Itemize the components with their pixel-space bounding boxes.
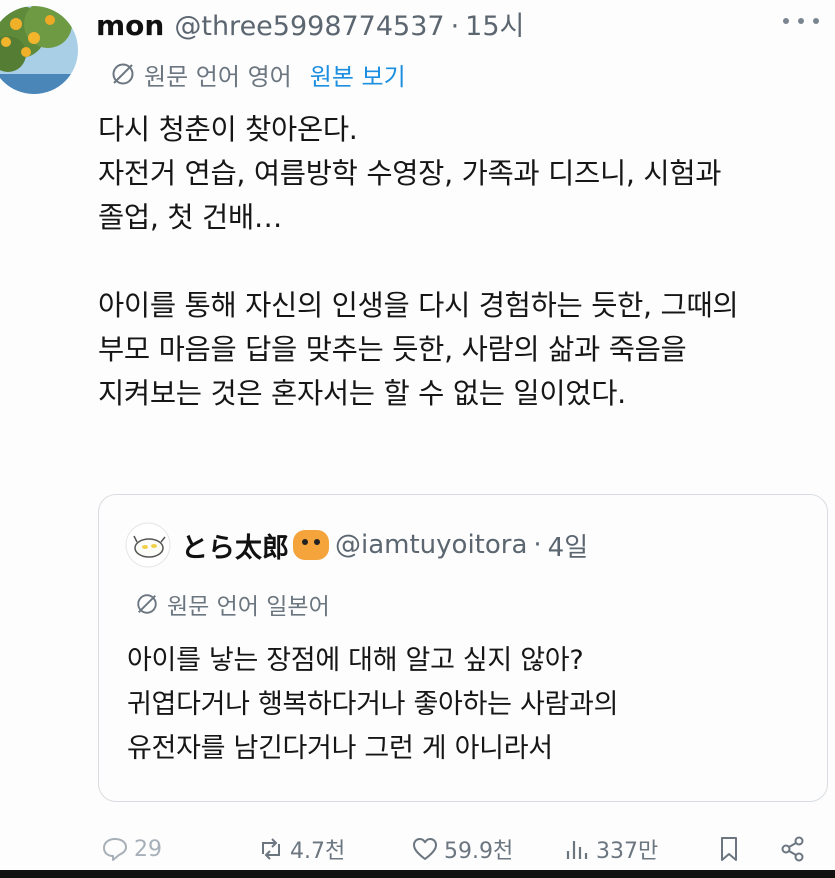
quoted-header: とら太郎 @iamtuyoitora · 4일 <box>125 522 588 568</box>
body-line: 지켜보는 것은 혼자서는 할 수 없는 일이었다. <box>98 377 626 410</box>
body-line: 졸업, 첫 건배… <box>98 201 283 234</box>
like-count: 59.9천 <box>444 839 514 864</box>
reply-button[interactable]: 29 <box>100 828 162 870</box>
quoted-body-line: 유전자를 남긴다거나 그런 게 아니라서 <box>127 733 553 764</box>
reply-count: 29 <box>134 836 162 862</box>
action-bar: 29 4.7천 59.9천 337만 <box>0 828 835 870</box>
bookmark-icon <box>721 837 737 861</box>
bookmark-button[interactable] <box>714 828 748 870</box>
views-button[interactable]: 337만 <box>562 828 658 870</box>
quoted-body-line: 귀엽다거나 행복하다거나 좋아하는 사람과의 <box>127 689 619 720</box>
post-body: 다시 청춘이 찾아온다. 자전거 연습, 여름방학 수영장, 가족과 디즈니, … <box>98 108 818 416</box>
quoted-author-name[interactable]: とら太郎 <box>181 526 289 565</box>
translation-label: 원문 언어 영어 <box>144 62 292 91</box>
more-options-icon[interactable] <box>783 14 819 28</box>
share-button[interactable] <box>778 828 812 870</box>
heart-icon <box>413 838 437 860</box>
tiger-face-icon <box>293 530 329 560</box>
avatar[interactable] <box>0 2 78 98</box>
separator-dot: · <box>533 530 542 560</box>
like-button[interactable]: 59.9천 <box>410 828 513 870</box>
separator-dot: · <box>450 11 460 42</box>
body-line: 부모 마음을 답을 맞추는 듯한, 사람의 삶과 죽음을 <box>98 333 687 366</box>
globe-icon <box>112 63 134 85</box>
body-line: 다시 청춘이 찾아온다. <box>98 113 358 146</box>
repost-count: 4.7천 <box>290 839 346 864</box>
show-original-link[interactable]: 원본 보기 <box>310 57 406 92</box>
quoted-translation-bar: 원문 언어 일본어 <box>135 587 330 621</box>
views-count: 337만 <box>596 839 659 864</box>
reply-icon <box>103 838 127 861</box>
globe-icon <box>137 594 157 614</box>
share-icon <box>781 836 804 862</box>
repost-icon <box>262 838 280 860</box>
quoted-body-line: 아이를 낳는 장점에 대해 알고 싶지 않아? <box>127 645 584 676</box>
quoted-translation-label: 원문 언어 일본어 <box>167 594 330 620</box>
quoted-author-handle[interactable]: @iamtuyoitora <box>335 530 527 560</box>
author-handle[interactable]: @three5998774537 <box>174 11 444 42</box>
more-dot <box>783 18 789 24</box>
bottom-edge <box>0 870 835 878</box>
quoted-post[interactable]: とら太郎 @iamtuyoitora · 4일 원문 언어 일본어 아이를 낳는… <box>98 494 828 802</box>
author-name[interactable]: mon <box>96 9 164 42</box>
more-dot <box>813 18 819 24</box>
post-time[interactable]: 15시 <box>465 4 524 43</box>
more-dot <box>798 18 804 24</box>
body-line: 아이를 통해 자신의 인생을 다시 경험하는 듯한, 그때의 <box>98 289 739 322</box>
body-line: 자전거 연습, 여름방학 수영장, 가족과 디즈니, 시험과 <box>98 157 722 190</box>
post-header: mon @three5998774537 · 15시 <box>96 4 775 44</box>
quoted-time[interactable]: 4일 <box>548 527 588 564</box>
translation-bar: 원문 언어 영어 원본 보기 <box>110 56 406 92</box>
quoted-avatar[interactable] <box>125 522 171 568</box>
repost-button[interactable]: 4.7천 <box>256 828 345 870</box>
quoted-body: 아이를 낳는 장점에 대해 알고 싶지 않아? 귀엽다거나 행복하다거나 좋아하… <box>127 639 817 771</box>
views-icon <box>566 841 588 859</box>
